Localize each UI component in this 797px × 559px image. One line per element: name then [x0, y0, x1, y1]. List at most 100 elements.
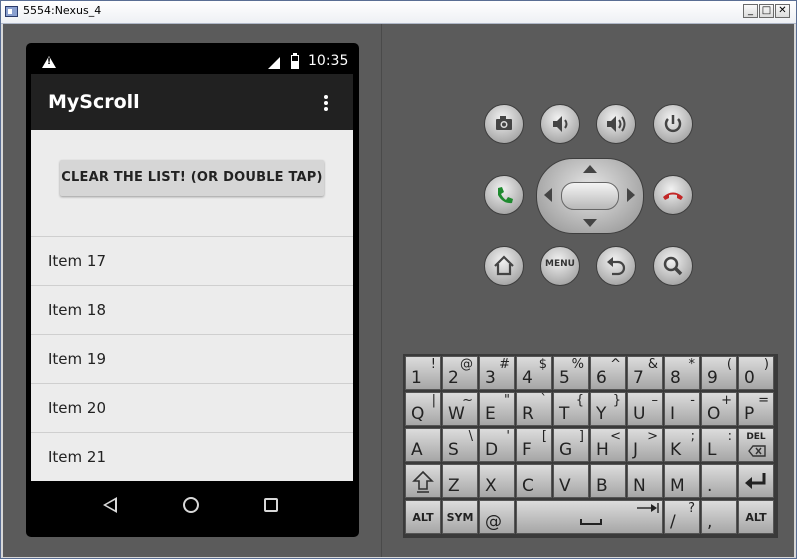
power-icon	[664, 115, 682, 133]
dpad-left-icon[interactable]	[544, 188, 552, 202]
list-item[interactable]: Item 19	[31, 334, 353, 383]
minimize-button[interactable]: _	[743, 4, 758, 18]
back-nav-icon[interactable]	[103, 497, 117, 513]
status-clock: 10:35	[308, 53, 349, 69]
key-4[interactable]: 4 $	[516, 356, 552, 390]
key-alt-left[interactable]: ALT	[405, 500, 441, 534]
key-alt-right[interactable]: ALT	[738, 500, 774, 534]
key-period[interactable]: .	[701, 464, 737, 498]
camera-icon	[496, 116, 512, 130]
key-5[interactable]: 5%	[553, 356, 589, 390]
warning-icon	[42, 56, 56, 68]
volume-down-button[interactable]	[540, 104, 580, 144]
backspace-icon	[748, 445, 766, 457]
key-8[interactable]: 8 *	[664, 356, 700, 390]
key-enter[interactable]	[738, 464, 774, 498]
overflow-menu-icon[interactable]	[324, 95, 328, 111]
key-d[interactable]: D '	[479, 428, 515, 462]
key-y[interactable]: Y}	[590, 392, 626, 426]
key-at[interactable]: @	[479, 500, 515, 534]
key-h[interactable]: H <	[590, 428, 626, 462]
space-icon	[580, 503, 659, 525]
key-x[interactable]: X	[479, 464, 515, 498]
app-content: CLEAR THE LIST! (OR DOUBLE TAP) Item 17 …	[31, 130, 353, 481]
list-item[interactable]: Item 18	[31, 285, 353, 334]
key-u[interactable]: U –	[627, 392, 663, 426]
dpad-up-icon[interactable]	[583, 165, 597, 173]
dpad-center-button[interactable]	[561, 182, 619, 210]
menu-button[interactable]: MENU	[540, 246, 580, 286]
key-v[interactable]: V	[553, 464, 589, 498]
list-item[interactable]: Item 20	[31, 383, 353, 432]
key-3[interactable]: 3 #	[479, 356, 515, 390]
call-button[interactable]	[484, 175, 524, 215]
key-0[interactable]: 0)	[738, 356, 774, 390]
volume-up-button[interactable]	[596, 104, 636, 144]
list-item[interactable]: Item 17	[31, 236, 353, 285]
key-q[interactable]: Q |	[405, 392, 441, 426]
key-f[interactable]: F[	[516, 428, 552, 462]
camera-button[interactable]	[484, 104, 524, 144]
panel-divider	[381, 24, 382, 557]
key-e[interactable]: E "	[479, 392, 515, 426]
key-del[interactable]: DEL	[738, 428, 774, 462]
menu-button-label: MENU	[545, 259, 575, 269]
back-icon	[607, 257, 626, 276]
battery-icon	[291, 53, 299, 69]
list-item-label: Item 20	[48, 399, 107, 417]
close-button[interactable]: ✕	[775, 4, 790, 18]
emulator-window: 5554:Nexus_4 _ □ ✕ 10:35 MyScroll CLEAR …	[0, 0, 797, 559]
home-nav-icon[interactable]	[183, 497, 199, 513]
dpad[interactable]	[536, 158, 644, 234]
key-i[interactable]: I-	[664, 392, 700, 426]
key-z[interactable]: Z	[442, 464, 478, 498]
key-j[interactable]: J >	[627, 428, 663, 462]
key-comma[interactable]: ,	[701, 500, 737, 534]
list-item-label: Item 17	[48, 252, 107, 270]
key-m[interactable]: M	[664, 464, 700, 498]
key-shift[interactable]	[405, 464, 441, 498]
key-sym[interactable]: SYM	[442, 500, 478, 534]
key-k[interactable]: K;	[664, 428, 700, 462]
key-9[interactable]: 9(	[701, 356, 737, 390]
window-title: 5554:Nexus_4	[23, 4, 102, 17]
key-b[interactable]: B	[590, 464, 626, 498]
list-item[interactable]: Item 21	[31, 432, 353, 481]
signal-icon	[268, 57, 280, 69]
key-s[interactable]: S \	[442, 428, 478, 462]
key-2[interactable]: 2 @	[442, 356, 478, 390]
key-t[interactable]: T{	[553, 392, 589, 426]
key-7[interactable]: 7 &	[627, 356, 663, 390]
recents-nav-icon[interactable]	[264, 498, 278, 512]
key-c[interactable]: C	[516, 464, 552, 498]
key-o[interactable]: O +	[701, 392, 737, 426]
key-1[interactable]: 1!	[405, 356, 441, 390]
back-button[interactable]	[596, 246, 636, 286]
status-bar: 10:35	[31, 49, 353, 74]
dpad-right-icon[interactable]	[627, 188, 635, 202]
key-p[interactable]: P =	[738, 392, 774, 426]
key-r[interactable]: R `	[516, 392, 552, 426]
search-button[interactable]	[653, 246, 693, 286]
maximize-button[interactable]: □	[759, 4, 774, 18]
emulator-app-icon	[5, 6, 18, 17]
search-icon	[663, 256, 683, 276]
navigation-bar	[31, 481, 353, 531]
key-6[interactable]: 6 ^	[590, 356, 626, 390]
home-button[interactable]	[484, 246, 524, 286]
key-w[interactable]: W ~	[442, 392, 478, 426]
key-l[interactable]: L:	[701, 428, 737, 462]
end-call-button[interactable]	[653, 175, 693, 215]
key-slash[interactable]: /?	[664, 500, 700, 534]
item-list[interactable]: Item 17 Item 18 Item 19 Item 20 Item 21	[31, 236, 353, 481]
list-item-label: Item 19	[48, 350, 107, 368]
dpad-down-icon[interactable]	[583, 219, 597, 227]
home-icon	[494, 255, 514, 276]
key-n[interactable]: N	[627, 464, 663, 498]
clear-list-button[interactable]: CLEAR THE LIST! (OR DOUBLE TAP)	[60, 160, 324, 196]
key-a[interactable]: A	[405, 428, 441, 462]
key-space[interactable]	[516, 500, 663, 534]
power-button[interactable]	[653, 104, 693, 144]
end-call-icon	[663, 192, 683, 200]
key-g[interactable]: G]	[553, 428, 589, 462]
